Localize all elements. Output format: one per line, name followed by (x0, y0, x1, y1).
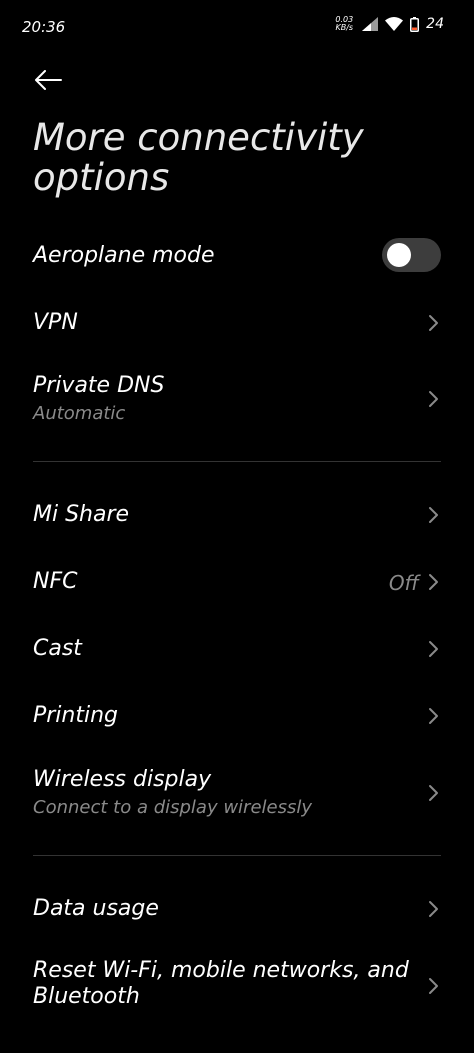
wifi-icon (385, 17, 404, 31)
aeroplane-mode-label: Aeroplane mode (33, 243, 215, 268)
section-divider (33, 461, 441, 462)
private-dns-sublabel: Automatic (33, 403, 126, 424)
network-speed-unit: KB/s (335, 23, 354, 32)
private-dns-row[interactable]: Private DNS Automatic (0, 360, 474, 440)
status-bar: 20:36 0.03 KB/s 24 (0, 0, 474, 56)
toggle-knob (387, 243, 411, 267)
printing-row[interactable]: Printing (0, 685, 474, 747)
arrow-left-icon (35, 70, 62, 90)
reset-network-row[interactable]: Reset Wi-Fi, mobile networks, and Blueto… (0, 948, 474, 1028)
wireless-display-sublabel: Connect to a display wirelessly (33, 797, 313, 818)
back-button[interactable] (28, 62, 68, 98)
reset-network-label-line2: Bluetooth (33, 984, 140, 1009)
battery-level: 24 (426, 16, 444, 32)
chevron-right-icon (429, 574, 438, 590)
mi-share-label: Mi Share (33, 502, 130, 527)
battery-icon (410, 16, 420, 32)
chevron-right-icon (429, 641, 438, 657)
nfc-label: NFC (33, 569, 78, 594)
chevron-right-icon (429, 901, 438, 917)
aeroplane-mode-toggle[interactable] (382, 238, 441, 272)
status-icons: 0.03 KB/s 24 (335, 16, 444, 33)
chevron-right-icon (429, 507, 438, 523)
vpn-label: VPN (33, 310, 78, 335)
reset-network-label-line1: Reset Wi-Fi, mobile networks, and (33, 958, 409, 983)
wireless-display-row[interactable]: Wireless display Connect to a display wi… (0, 754, 474, 834)
mi-share-row[interactable]: Mi Share (0, 484, 474, 546)
data-usage-label: Data usage (33, 896, 159, 921)
nfc-row[interactable]: NFC Off (0, 551, 474, 613)
network-speed: 0.03 KB/s (335, 16, 353, 32)
cast-label: Cast (33, 636, 82, 661)
status-time: 20:36 (22, 18, 66, 36)
wireless-display-label: Wireless display (33, 767, 212, 792)
private-dns-label: Private DNS (33, 373, 165, 398)
chevron-right-icon (429, 978, 438, 994)
chevron-right-icon (429, 708, 438, 724)
page-title: More connectivity options (33, 116, 364, 199)
cast-row[interactable]: Cast (0, 618, 474, 680)
signal-icon (362, 17, 379, 31)
chevron-right-icon (429, 391, 438, 407)
chevron-right-icon (429, 785, 438, 801)
data-usage-row[interactable]: Data usage (0, 878, 474, 940)
chevron-right-icon (429, 315, 438, 331)
printing-label: Printing (33, 703, 119, 728)
section-divider (33, 855, 441, 856)
vpn-row[interactable]: VPN (0, 292, 474, 354)
nfc-status-value: Off (388, 571, 419, 595)
